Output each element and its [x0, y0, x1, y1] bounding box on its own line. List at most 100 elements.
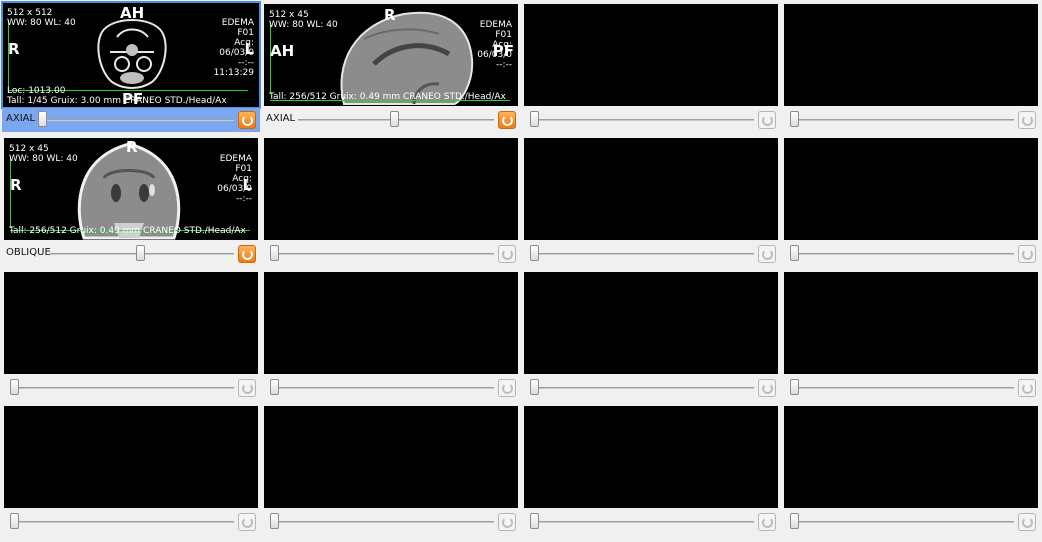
sync-button[interactable]	[1018, 379, 1036, 397]
viewport-7[interactable]	[524, 138, 778, 240]
sync-button[interactable]	[1018, 245, 1036, 263]
viewer-cell-5[interactable]: 512 x 45 WW: 80 WL: 40 EDEMA F01 Acq: 06…	[0, 134, 260, 268]
plane-label: AXIAL	[266, 113, 296, 124]
slice-slider-track[interactable]	[12, 387, 234, 389]
slice-slider-thumb[interactable]	[270, 379, 279, 395]
sync-icon	[1021, 382, 1033, 394]
viewer-cell-2[interactable]: 512 x 45 WW: 80 WL: 40 EDEMA F01 Acq: 06…	[260, 0, 520, 134]
slice-slider-thumb[interactable]	[10, 513, 19, 529]
overlay-top-left: 512 x 45 WW: 80 WL: 40	[9, 144, 78, 164]
viewer-controls-2: AXIAL	[262, 108, 520, 132]
sync-button[interactable]	[758, 245, 776, 263]
orientation-right: L	[242, 176, 252, 194]
slice-slider-track[interactable]	[532, 387, 754, 389]
slice-slider-track[interactable]	[272, 253, 494, 255]
viewport-10[interactable]	[264, 272, 518, 374]
slice-slider-thumb[interactable]	[270, 245, 279, 261]
slice-slider-thumb[interactable]	[530, 513, 539, 529]
slice-slider-thumb[interactable]	[38, 111, 47, 127]
viewport-15[interactable]	[524, 406, 778, 508]
slice-slider-thumb[interactable]	[530, 245, 539, 261]
slice-slider-track[interactable]	[38, 119, 234, 121]
slice-slider-track[interactable]	[532, 253, 754, 255]
orientation-left: R	[10, 176, 22, 194]
viewport-9[interactable]	[4, 272, 258, 374]
viewer-cell-7[interactable]	[520, 134, 780, 268]
viewer-grid: 512 x 512 WW: 80 WL: 40 EDEMA F01 Acq: 0…	[0, 0, 1042, 542]
viewer-cell-14[interactable]	[260, 402, 520, 536]
viewer-controls-1: AXIAL	[2, 108, 260, 132]
sync-button[interactable]	[1018, 513, 1036, 531]
slice-slider-track[interactable]	[272, 387, 494, 389]
sync-icon	[501, 382, 513, 394]
viewer-controls-13	[2, 510, 260, 534]
slice-slider-track[interactable]	[532, 521, 754, 523]
viewer-cell-11[interactable]	[520, 268, 780, 402]
orientation-left: AH	[270, 42, 295, 60]
viewport-1[interactable]: 512 x 512 WW: 80 WL: 40 EDEMA F01 Acq: 0…	[1, 1, 261, 109]
sync-button[interactable]	[238, 111, 256, 129]
sync-icon	[241, 516, 253, 528]
orientation-top: AH	[120, 4, 145, 22]
slice-slider-thumb[interactable]	[790, 379, 799, 395]
slice-slider-track[interactable]	[792, 119, 1014, 121]
viewport-5[interactable]: 512 x 45 WW: 80 WL: 40 EDEMA F01 Acq: 06…	[4, 138, 258, 240]
viewer-controls-7	[522, 242, 780, 266]
viewer-cell-10[interactable]	[260, 268, 520, 402]
slice-slider-thumb[interactable]	[136, 245, 145, 261]
sync-button[interactable]	[758, 111, 776, 129]
viewer-cell-16[interactable]	[780, 402, 1040, 536]
slice-slider-track[interactable]	[792, 387, 1014, 389]
viewer-cell-1[interactable]: 512 x 512 WW: 80 WL: 40 EDEMA F01 Acq: 0…	[0, 0, 261, 134]
orientation-top: R	[384, 6, 396, 24]
viewer-cell-3[interactable]	[520, 0, 780, 134]
viewer-cell-15[interactable]	[520, 402, 780, 536]
overlay-bottom-left: Tall: 256/512 Gruix: 0.49 mm CRANEO STD.…	[9, 226, 246, 236]
viewport-8[interactable]	[784, 138, 1038, 240]
slice-slider-thumb[interactable]	[10, 379, 19, 395]
viewport-2[interactable]: 512 x 45 WW: 80 WL: 40 EDEMA F01 Acq: 06…	[264, 4, 518, 106]
sync-button[interactable]	[498, 111, 516, 129]
sync-button[interactable]	[498, 245, 516, 263]
sync-button[interactable]	[758, 513, 776, 531]
sync-button[interactable]	[238, 245, 256, 263]
viewer-cell-9[interactable]	[0, 268, 260, 402]
viewport-4[interactable]	[784, 4, 1038, 106]
slice-slider-thumb[interactable]	[790, 111, 799, 127]
viewport-13[interactable]	[4, 406, 258, 508]
sync-button[interactable]	[758, 379, 776, 397]
slice-slider-thumb[interactable]	[790, 513, 799, 529]
sync-button[interactable]	[238, 379, 256, 397]
viewer-cell-12[interactable]	[780, 268, 1040, 402]
sync-icon	[761, 382, 773, 394]
viewport-6[interactable]	[264, 138, 518, 240]
slice-slider-track[interactable]	[12, 521, 234, 523]
viewport-16[interactable]	[784, 406, 1038, 508]
sync-button[interactable]	[498, 513, 516, 531]
slice-slider-track[interactable]	[792, 521, 1014, 523]
viewport-3[interactable]	[524, 4, 778, 106]
slice-slider-thumb[interactable]	[270, 513, 279, 529]
overlay-top-left: 512 x 512 WW: 80 WL: 40	[7, 8, 76, 28]
viewer-cell-8[interactable]	[780, 134, 1040, 268]
slice-slider-track[interactable]	[792, 253, 1014, 255]
sync-button[interactable]	[498, 379, 516, 397]
viewport-11[interactable]	[524, 272, 778, 374]
sync-button[interactable]	[238, 513, 256, 531]
sync-icon	[761, 516, 773, 528]
slice-slider-thumb[interactable]	[530, 111, 539, 127]
slice-slider-track[interactable]	[532, 119, 754, 121]
viewer-cell-4[interactable]	[780, 0, 1040, 134]
viewport-14[interactable]	[264, 406, 518, 508]
slice-slider-thumb[interactable]	[530, 379, 539, 395]
slice-slider-thumb[interactable]	[390, 111, 399, 127]
viewer-cell-13[interactable]	[0, 402, 260, 536]
viewport-12[interactable]	[784, 272, 1038, 374]
viewer-controls-6	[262, 242, 520, 266]
plane-label: OBLIQUE	[6, 247, 51, 258]
slice-slider-thumb[interactable]	[790, 245, 799, 261]
viewer-controls-12	[782, 376, 1040, 400]
slice-slider-track[interactable]	[272, 521, 494, 523]
viewer-cell-6[interactable]	[260, 134, 520, 268]
sync-button[interactable]	[1018, 111, 1036, 129]
